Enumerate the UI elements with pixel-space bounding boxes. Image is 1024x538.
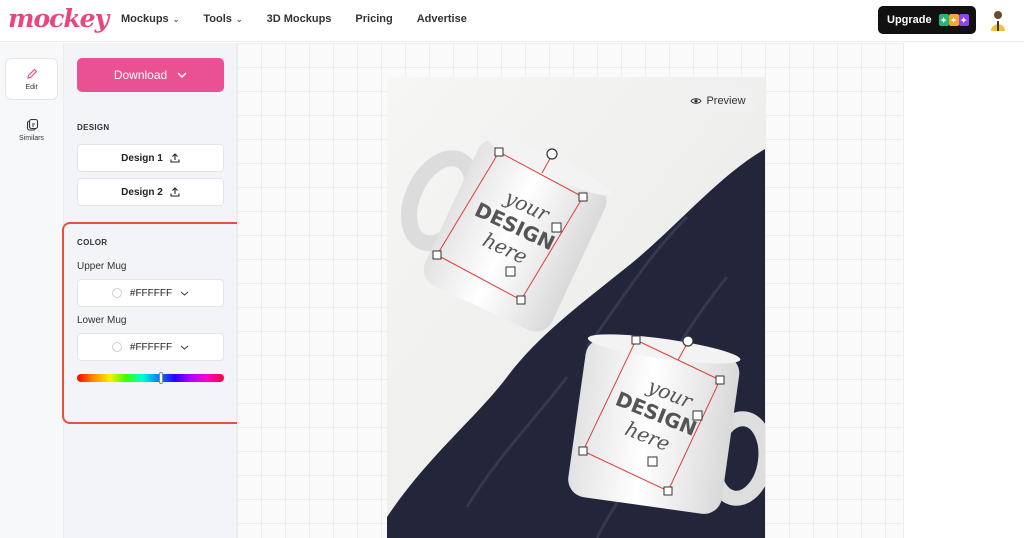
color-section-highlight [62, 222, 246, 424]
preview-label: Preview [706, 95, 746, 107]
nav-item-3d-mockups[interactable]: 3D Mockups [267, 13, 332, 25]
nav-item-tools[interactable]: Tools ⌄ [203, 13, 242, 25]
upgrade-button[interactable]: Upgrade ✦ ✦ ✦ [878, 6, 976, 34]
spark-icon: ✦ [958, 14, 969, 26]
pencil-icon [26, 68, 37, 79]
preview-button[interactable]: Preview [683, 89, 753, 113]
nav-item-label: Pricing [355, 13, 393, 25]
similars-icon [26, 118, 38, 131]
rail-item-label: Similars [19, 135, 44, 142]
nav-item-advertise[interactable]: Advertise [417, 13, 467, 25]
chevron-down-icon: ⌄ [235, 14, 243, 24]
main-nav: Mockups ⌄ Tools ⌄ 3D Mockups Pricing Adv… [121, 13, 491, 25]
rail-item-edit[interactable]: Edit [5, 58, 58, 100]
spark-icon: ✦ [938, 14, 949, 26]
mockup-image: your DESIGN here your DESIGN here [387, 77, 765, 538]
top-bar: mockey Mockups ⌄ Tools ⌄ 3D Mockups Pric… [0, 0, 1024, 42]
avatar[interactable] [989, 9, 1007, 31]
eye-icon [690, 98, 703, 104]
nav-item-mockups[interactable]: Mockups ⌄ [121, 13, 179, 25]
nav-item-label: Tools [203, 13, 232, 25]
design-2-upload-button[interactable]: Design 2 [77, 178, 224, 206]
design-label: Design 1 [121, 152, 163, 164]
upload-icon [170, 187, 180, 197]
chevron-down-icon: ⌄ [172, 14, 180, 24]
nav-item-label: 3D Mockups [266, 13, 332, 25]
upgrade-badges: ✦ ✦ ✦ [938, 14, 969, 26]
nav-item-label: Advertise [416, 13, 467, 25]
download-button[interactable]: Download [77, 58, 224, 92]
rail-item-label: Edit [25, 84, 38, 91]
design-label: Design 2 [121, 186, 163, 198]
upgrade-label: Upgrade [887, 14, 932, 26]
chevron-down-icon [177, 72, 187, 78]
left-rail: Edit Similars [0, 43, 64, 538]
download-label: Download [113, 68, 168, 82]
mug-mockup-scene: your DESIGN here your DESIGN here [387, 77, 765, 538]
spark-icon: ✦ [948, 14, 959, 26]
nav-item-label: Mockups [121, 13, 169, 25]
rail-item-similars[interactable]: Similars [5, 109, 58, 151]
logo[interactable]: mockey [8, 4, 109, 33]
design-section-title: DESIGN [77, 123, 110, 132]
right-pane [903, 43, 1024, 538]
design-1-upload-button[interactable]: Design 1 [77, 144, 224, 172]
upload-icon [170, 153, 180, 163]
nav-item-pricing[interactable]: Pricing [355, 13, 392, 25]
